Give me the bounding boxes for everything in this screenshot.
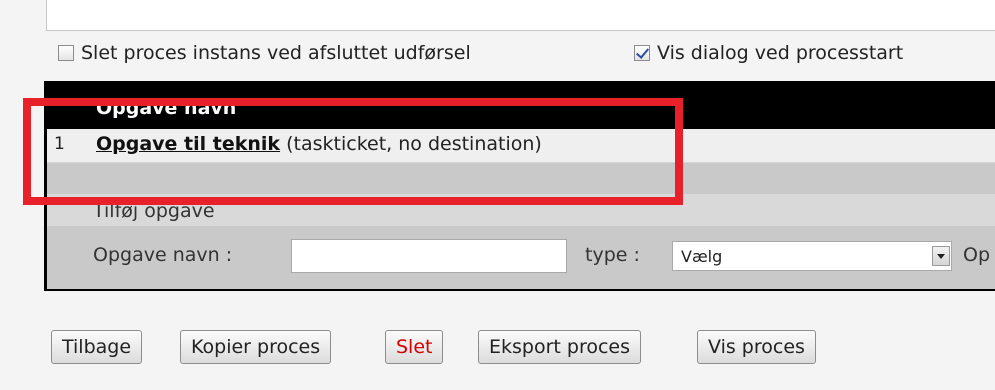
task-link[interactable]: Opgave til teknik: [96, 133, 280, 155]
show-dialog-label: Vis dialog ved processtart: [657, 42, 904, 64]
table-row: 1 Opgave til teknik (taskticket, no dest…: [47, 129, 995, 163]
chevron-down-icon[interactable]: [932, 246, 950, 266]
task-table-panel: Opgave navn 1 Opgave til teknik (tasktic…: [44, 81, 995, 291]
row-content: Opgave til teknik (taskticket, no destin…: [96, 133, 542, 155]
show-dialog-option[interactable]: Vis dialog ved processtart: [634, 40, 903, 66]
trailing-label: Op: [963, 244, 991, 266]
add-task-form: Opgave navn : type : Vælg Op: [47, 236, 995, 282]
column-header-task-name: Opgave navn: [96, 97, 237, 119]
type-label: type :: [585, 244, 640, 266]
copy-process-button[interactable]: Kopier proces: [180, 330, 332, 364]
add-task-section: Tilføj opgave: [47, 194, 995, 226]
description-textarea[interactable]: [46, 0, 995, 31]
task-detail: (taskticket, no destination): [286, 133, 542, 155]
back-button[interactable]: Tilbage: [51, 330, 143, 364]
task-name-label: Opgave navn :: [93, 244, 233, 266]
type-selected-value: Vælg: [681, 247, 723, 266]
show-dialog-checkbox[interactable]: [634, 45, 650, 61]
delete-button[interactable]: Slet: [385, 330, 444, 364]
task-table-header: Opgave navn: [47, 84, 995, 126]
delete-instance-label: Slet proces instans ved afsluttet udførs…: [81, 42, 471, 64]
task-name-input[interactable]: [291, 239, 567, 273]
row-number: 1: [54, 134, 65, 154]
type-select[interactable]: Vælg: [672, 241, 952, 271]
delete-instance-checkbox[interactable]: [58, 45, 74, 61]
delete-instance-option[interactable]: Slet proces instans ved afsluttet udførs…: [58, 40, 471, 66]
add-task-title: Tilføj opgave: [93, 200, 215, 222]
export-process-button[interactable]: Eksport proces: [478, 330, 642, 364]
show-process-button[interactable]: Vis proces: [697, 330, 816, 364]
